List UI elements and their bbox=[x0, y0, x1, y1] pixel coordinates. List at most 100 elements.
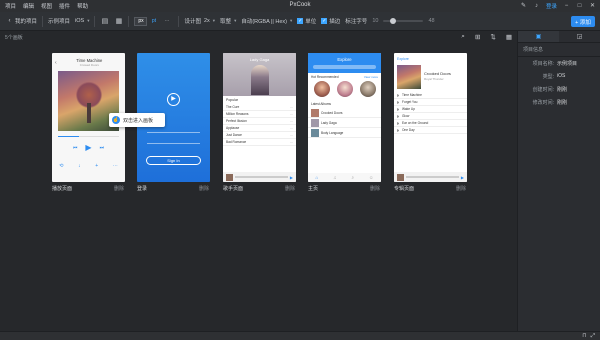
next-icon[interactable]: ⏭ bbox=[100, 145, 105, 151]
unit-toggle: px pt ⋯ bbox=[134, 16, 173, 26]
slider-knob[interactable] bbox=[389, 18, 396, 24]
song-row[interactable]: Million Reasons ⋯ bbox=[223, 111, 296, 118]
artist-avatar[interactable] bbox=[313, 81, 330, 97]
platform-select[interactable]: iOS ▾ bbox=[75, 18, 89, 24]
expand-icon[interactable]: ⤢ bbox=[591, 333, 595, 340]
play-icon[interactable]: ▶ bbox=[290, 175, 293, 180]
artboard-delete[interactable]: 删除 bbox=[199, 185, 209, 192]
search-icon[interactable]: ⌕ bbox=[461, 33, 465, 41]
unit-pt-button[interactable]: pt bbox=[147, 17, 160, 26]
song-name: Applause bbox=[226, 126, 240, 130]
add-icon[interactable]: + bbox=[95, 163, 98, 169]
font-size-slider[interactable] bbox=[383, 18, 424, 24]
color-format-select[interactable]: 自动(RGBA || Hex) ▾ bbox=[241, 17, 292, 25]
design-scale-select[interactable]: 设计图 2x ▾ bbox=[184, 17, 215, 25]
unit-checkbox-label: 单位 bbox=[305, 19, 317, 25]
my-projects-link[interactable]: 我的项目 bbox=[15, 17, 37, 25]
unit-checkbox[interactable]: ✓ 单位 bbox=[297, 17, 316, 25]
menu-item-plugin[interactable]: 插件 bbox=[59, 2, 70, 10]
play-icon[interactable]: ▶ bbox=[85, 143, 91, 152]
artboard-delete[interactable]: 删除 bbox=[456, 185, 466, 192]
song-row[interactable]: Perfect Illusion ⋯ bbox=[223, 118, 296, 125]
track-row[interactable]: One Day bbox=[394, 127, 467, 134]
track-row[interactable]: Ear on the Ground bbox=[394, 120, 467, 127]
download-icon[interactable]: ↓ bbox=[78, 163, 81, 169]
song-row[interactable]: The Cure ⋯ bbox=[223, 104, 296, 111]
menu-item-edit[interactable]: 编辑 bbox=[23, 2, 34, 10]
unit-px-button[interactable]: px bbox=[134, 16, 148, 26]
artist-avatar[interactable] bbox=[336, 81, 353, 97]
mini-player[interactable]: ▶ bbox=[223, 172, 296, 182]
search-bar[interactable] bbox=[313, 65, 376, 69]
tab-home-icon[interactable]: ⌂ bbox=[315, 175, 318, 180]
prop-key: 类型: bbox=[542, 74, 554, 80]
board-count: 5个画板 bbox=[5, 34, 23, 41]
login-link[interactable]: 登录 bbox=[546, 2, 557, 10]
design-label: 设计图 bbox=[184, 19, 201, 25]
song-row[interactable]: Bad Romance ⋯ bbox=[223, 139, 296, 146]
more-icon[interactable]: ⋯ bbox=[113, 163, 118, 169]
repeat-icon[interactable]: ⟲ bbox=[59, 163, 63, 169]
view-more-link[interactable]: View more bbox=[364, 75, 378, 79]
album-back-link[interactable]: Explore bbox=[397, 57, 409, 61]
menu-item-view[interactable]: 视图 bbox=[41, 2, 52, 10]
tab-profile-icon[interactable]: ☺ bbox=[369, 175, 374, 180]
previous-icon[interactable]: ⏮ bbox=[73, 145, 78, 151]
minimize-icon[interactable]: − bbox=[563, 3, 570, 10]
lock-icon[interactable]: ⊓ bbox=[582, 333, 586, 340]
save-icon[interactable]: ▤ bbox=[100, 17, 109, 26]
export-icon[interactable]: ▦ bbox=[114, 17, 123, 26]
artboard-delete[interactable]: 删除 bbox=[370, 185, 380, 192]
artboard-singer[interactable]: Lady Gaga Popular The Cure ⋯ Million Reas… bbox=[223, 53, 296, 182]
song-row[interactable]: Applause ⋯ bbox=[223, 125, 296, 132]
stroke-checkbox[interactable]: ✓ 描边 bbox=[321, 17, 340, 25]
username-field[interactable] bbox=[147, 132, 200, 133]
artboard-canvas[interactable]: ‹ Time Machine Crowed Doors ⏮ ▶ ⏭ ⟲ ↓ + … bbox=[0, 43, 517, 331]
track-row[interactable]: Glow bbox=[394, 113, 467, 120]
artist-avatar[interactable] bbox=[359, 81, 376, 97]
artboard-delete[interactable]: 删除 bbox=[285, 185, 295, 192]
tooltip-text: 双击进入画板 bbox=[123, 117, 154, 124]
play-icon[interactable]: ▶ bbox=[461, 175, 464, 180]
sign-in-button[interactable]: Sign In bbox=[146, 156, 201, 165]
track-row[interactable]: Forget You bbox=[394, 99, 467, 106]
maximize-icon[interactable]: □ bbox=[576, 3, 583, 10]
artboard-delete[interactable]: 删除 bbox=[114, 185, 124, 192]
unit-more-button[interactable]: ⋯ bbox=[160, 17, 173, 26]
artboard-label: 登录 bbox=[137, 186, 148, 192]
project-select[interactable]: 示例项目 bbox=[48, 17, 70, 25]
mini-player[interactable]: ▶ bbox=[394, 172, 467, 182]
menu-item-project[interactable]: 项目 bbox=[5, 2, 16, 10]
bell-icon[interactable]: ♪ bbox=[533, 3, 540, 10]
sort-icon[interactable]: ⇅ bbox=[490, 33, 495, 41]
album-row[interactable]: Crooked Doors bbox=[308, 108, 381, 118]
grid-icon[interactable]: ▦ bbox=[506, 33, 512, 41]
stroke-checkbox-label: 描边 bbox=[329, 19, 341, 25]
add-button[interactable]: + 添加 bbox=[571, 16, 595, 27]
menu-bar: 项目 编辑 视图 插件 帮助 bbox=[0, 2, 88, 10]
artboard-album[interactable]: Explore Crooked Doors Royal Thunder Time… bbox=[394, 53, 467, 182]
album-row[interactable]: Body Language bbox=[308, 128, 381, 138]
track-row[interactable]: Time Machine bbox=[394, 92, 467, 99]
brush-icon[interactable]: ✎ bbox=[520, 3, 527, 10]
play-icon bbox=[397, 114, 400, 118]
more-icon: ⋯ bbox=[290, 133, 293, 137]
layout-icon[interactable]: ⊞ bbox=[475, 33, 480, 41]
tab-music-icon[interactable]: ♫ bbox=[333, 175, 336, 180]
prop-row: 创建时间: 刚刚 bbox=[518, 83, 600, 96]
track-row[interactable]: Wake Up bbox=[394, 106, 467, 113]
back-arrow-icon[interactable]: ‹ bbox=[5, 17, 14, 26]
album-row[interactable]: Lady Gaga bbox=[308, 118, 381, 128]
progress-bar[interactable] bbox=[58, 136, 119, 137]
tab-project-info[interactable]: ▣ bbox=[518, 31, 559, 42]
prop-value: 示例项目 bbox=[557, 61, 578, 67]
tab-search-icon[interactable]: ⌕ bbox=[351, 175, 354, 180]
font-max-value: 48 bbox=[428, 18, 435, 24]
rounding-select[interactable]: 取整 ▾ bbox=[220, 17, 236, 25]
artboard-home[interactable]: Explore Hot Recommended View more Latest… bbox=[308, 53, 381, 182]
tab-styles[interactable]: ◲ bbox=[559, 31, 600, 42]
close-icon[interactable]: ✕ bbox=[589, 3, 596, 10]
song-row[interactable]: Just Dance ⋯ bbox=[223, 132, 296, 139]
password-field[interactable] bbox=[147, 143, 200, 144]
menu-item-help[interactable]: 帮助 bbox=[77, 2, 88, 10]
